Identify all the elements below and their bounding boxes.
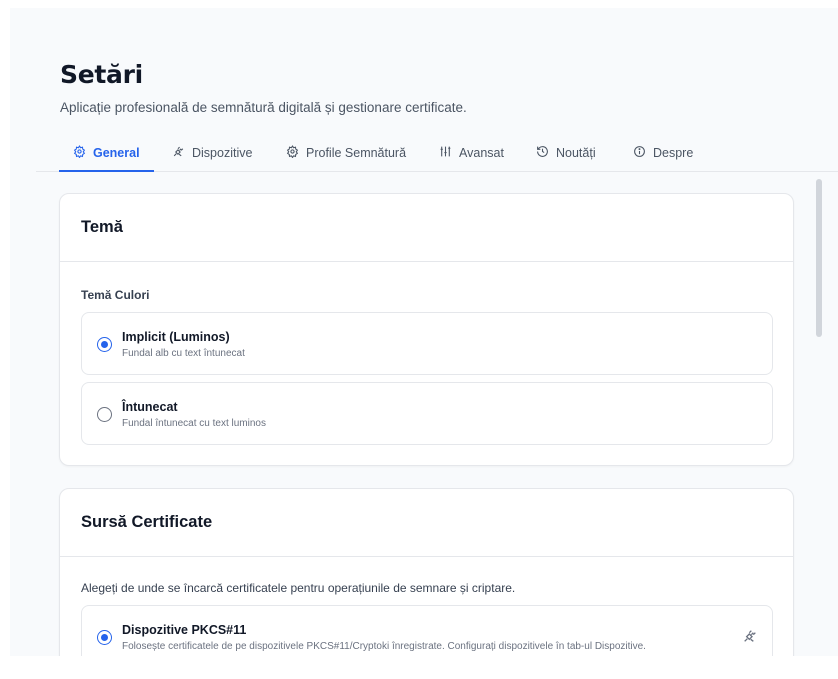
gear-icon [73,144,86,161]
option-title: Implicit (Luminos) [122,330,230,344]
option-description: Folosește certificatele de pe dispozitiv… [122,641,646,652]
plug-icon [172,145,185,161]
option-description: Fundal alb cu text întunecat [122,348,245,359]
history-icon [536,145,549,161]
tab-label: Dispozitive [192,145,253,160]
tab-label: Noutăți [556,145,596,160]
theme-card: Temă Temă Culori Implicit (Luminos) Fund… [59,193,794,466]
theme-color-label: Temă Culori [81,288,150,302]
tab-label: Avansat [459,145,504,160]
theme-card-header: Temă [60,194,793,262]
settings-window: Setări Aplicație profesională de semnătu… [10,8,838,656]
cert-source-description: Alegeți de unde se încarcă certificatele… [81,581,516,595]
radio-pkcs11[interactable] [97,630,112,645]
page-subtitle: Aplicație profesională de semnătură digi… [60,100,467,115]
gear-icon [286,144,299,161]
theme-option-dark[interactable]: Întunecat Fundal întunecat cu text lumin… [81,382,773,445]
scrollbar-thumb[interactable] [816,179,822,337]
cert-option-pkcs11[interactable]: Dispozitive PKCS#11 Folosește certificat… [81,605,773,656]
plug-icon [742,628,758,644]
tab-label: Profile Semnătură [306,145,407,160]
tab-general[interactable]: General [59,134,154,172]
tab-profile-semnatura[interactable]: Profile Semnătură [286,134,406,171]
cert-card-title: Sursă Certificate [81,513,213,531]
option-description: Fundal întunecat cu text luminos [122,418,266,429]
cert-card-header: Sursă Certificate [60,489,793,557]
settings-content: Temă Temă Culori Implicit (Luminos) Fund… [10,173,810,656]
tab-noutati[interactable]: Noutăți [536,134,596,171]
info-icon [633,145,646,161]
tab-bar: General Dispozitive Profile Semnătură Av… [36,134,838,172]
certificate-source-card: Sursă Certificate Alegeți de unde se înc… [59,488,794,656]
tab-label: General [93,145,140,160]
tab-label: Despre [653,145,694,160]
theme-card-title: Temă [81,218,123,236]
tab-avansat[interactable]: Avansat [439,134,504,171]
page-title: Setări [60,60,143,89]
option-title: Dispozitive PKCS#11 [122,623,247,637]
tab-despre[interactable]: Despre [633,134,693,171]
radio-dark-theme[interactable] [97,407,112,422]
option-title: Întunecat [122,400,178,414]
vertical-scrollbar[interactable] [814,173,824,656]
theme-option-light[interactable]: Implicit (Luminos) Fundal alb cu text în… [81,312,773,375]
radio-light-theme[interactable] [97,337,112,352]
tab-dispozitive[interactable]: Dispozitive [172,134,252,171]
sliders-icon [439,145,452,161]
